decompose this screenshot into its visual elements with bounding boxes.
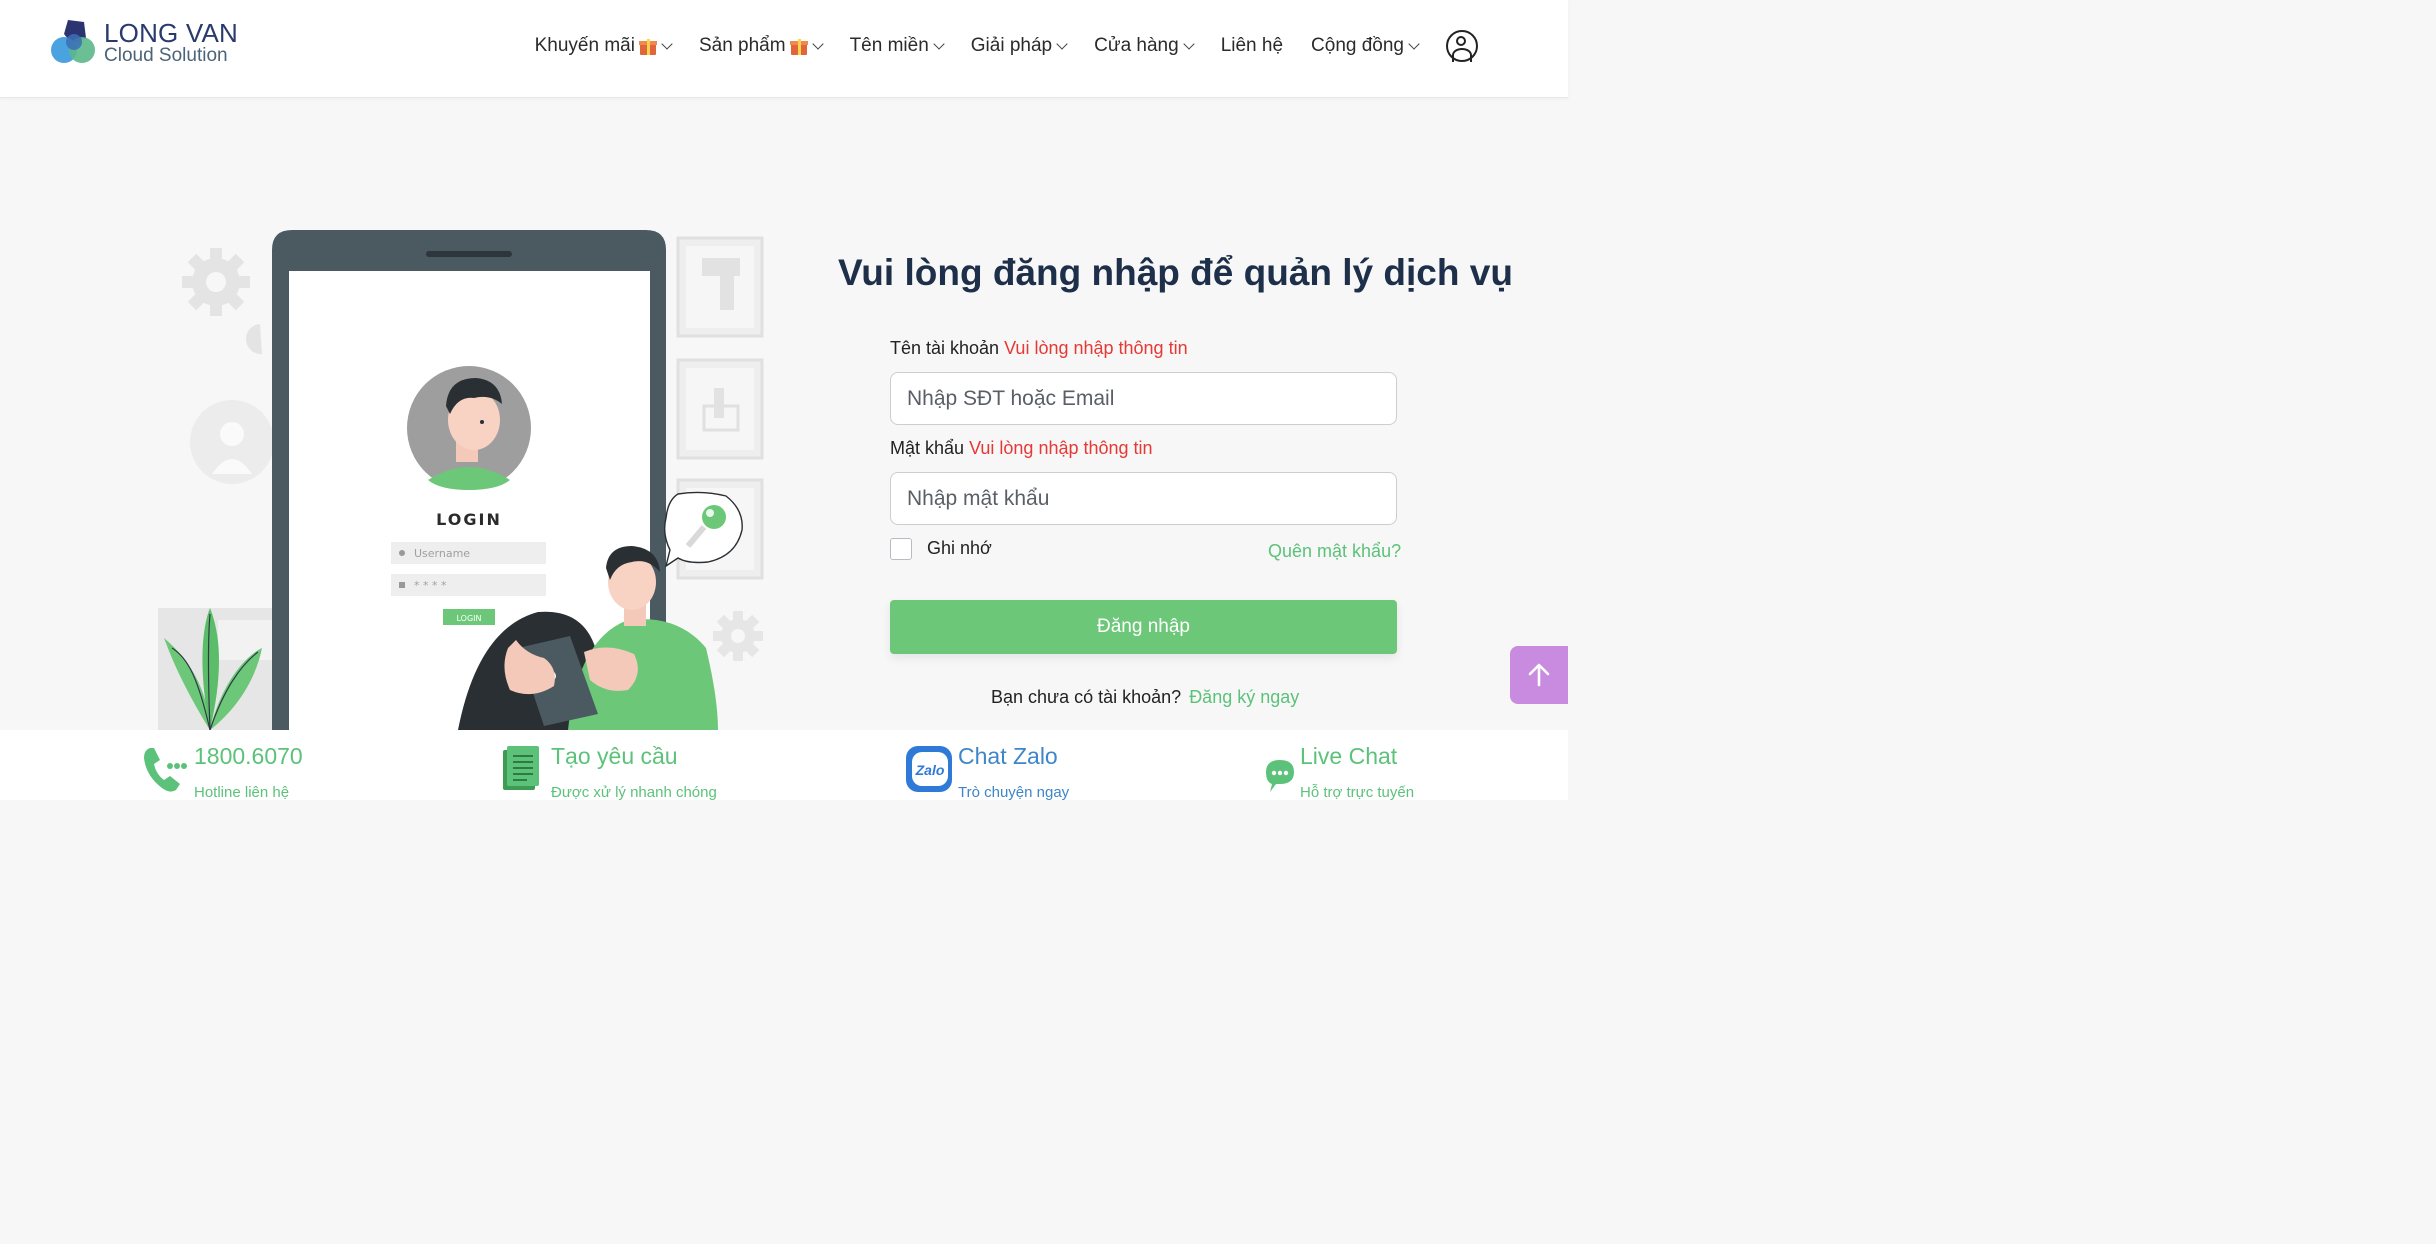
hotline-caption: Hotline liên hệ xyxy=(194,784,290,801)
password-label-text: Mật khẩu xyxy=(890,438,965,458)
username-input[interactable] xyxy=(890,372,1397,425)
chevron-down-icon xyxy=(1183,37,1195,50)
chevron-down-icon xyxy=(1408,37,1420,50)
nav-label: Cộng đồng xyxy=(1311,35,1404,56)
logo[interactable]: LONG VAN Cloud Solution xyxy=(50,18,250,70)
nav-label: Giải pháp xyxy=(970,35,1053,56)
remember-label: Ghi nhớ xyxy=(927,538,992,558)
username-label: Tên tài khoản Vui lòng nhập thông tin xyxy=(890,338,1188,359)
illustration-username-placeholder: Username xyxy=(414,547,470,560)
illustration-password-mask: * * * * xyxy=(414,579,447,592)
signup-prompt-text: Bạn chưa có tài khoản? xyxy=(991,687,1182,707)
nav-item-cong-dong[interactable]: Cộng đồng xyxy=(1311,35,1420,57)
livechat-caption: Hỗ trợ trực tuyến xyxy=(1300,784,1415,801)
nav-item-cua-hang[interactable]: Cửa hàng xyxy=(1094,35,1195,57)
document-icon xyxy=(503,746,539,790)
nav-label: Sản phẩm xyxy=(698,35,786,56)
scroll-to-top-button[interactable] xyxy=(1510,646,1568,704)
nav-item-khuyen-mai[interactable]: Khuyến mãi xyxy=(534,35,673,57)
chevron-down-icon xyxy=(811,37,824,50)
livechat-title: Live Chat xyxy=(1300,743,1398,769)
zalo-icon-text: Zalo xyxy=(915,762,945,778)
remember-checkbox[interactable] xyxy=(890,538,912,560)
main-nav: Khuyến mãi Sản phẩm Tên miền Giải pháp C… xyxy=(507,30,1478,62)
chat-bubble-icon xyxy=(1266,760,1294,792)
user-circle-icon[interactable] xyxy=(1446,30,1478,62)
illustration-login-title: LOGIN xyxy=(436,510,502,529)
nav-item-ten-mien[interactable]: Tên miền xyxy=(849,35,945,57)
password-label: Mật khẩu Vui lòng nhập thông tin xyxy=(890,438,1153,459)
nav-item-san-pham[interactable]: Sản phẩm xyxy=(698,35,824,57)
nav-label: Cửa hàng xyxy=(1094,35,1179,56)
chevron-down-icon xyxy=(1056,37,1068,50)
zalo-title: Chat Zalo xyxy=(958,743,1058,769)
password-input[interactable] xyxy=(890,472,1397,525)
request-caption: Được xử lý nhanh chóng xyxy=(551,784,717,801)
nav-item-giai-phap[interactable]: Giải pháp xyxy=(970,35,1068,57)
hotline-number: 1800.6070 xyxy=(194,743,303,769)
nav-label: Liên hệ xyxy=(1220,35,1284,56)
forgot-password-link[interactable]: Quên mật khẩu? xyxy=(1268,541,1401,562)
request-title: Tạo yêu cầu xyxy=(551,743,678,769)
login-illustration: LOGIN Username * * * * LOGIN xyxy=(158,230,764,730)
chevron-down-icon xyxy=(661,37,673,50)
signup-prompt: Bạn chưa có tài khoản? Đăng ký ngay xyxy=(991,687,1299,708)
password-error: Vui lòng nhập thông tin xyxy=(969,438,1153,458)
gear-icon xyxy=(713,611,763,661)
zalo-caption: Trò chuyện ngay xyxy=(958,784,1070,801)
login-button[interactable]: Đăng nhập xyxy=(890,600,1397,654)
gift-icon xyxy=(638,37,657,55)
logo-text-secondary: Cloud Solution xyxy=(104,45,228,66)
zalo-icon: Zalo xyxy=(906,746,952,792)
chevron-down-icon xyxy=(933,37,945,50)
nav-item-lien-he[interactable]: Liên hệ xyxy=(1221,35,1283,57)
page-title: Vui lòng đăng nhập để quản lý dịch vụ xyxy=(838,252,1513,293)
signup-link[interactable]: Đăng ký ngay xyxy=(1189,687,1299,707)
illustration-login-button: LOGIN xyxy=(456,614,481,623)
logo-mark-icon xyxy=(51,20,95,63)
arrow-up-icon xyxy=(1528,663,1550,687)
contact-bar: 1800.6070 Hotline liên hệ Tạo yêu cầu Đư… xyxy=(0,730,1568,801)
username-label-text: Tên tài khoản xyxy=(890,338,1000,358)
nav-label: Khuyến mãi xyxy=(534,35,635,56)
gear-icon xyxy=(182,248,250,316)
username-error: Vui lòng nhập thông tin xyxy=(1004,338,1188,358)
phone-icon xyxy=(144,748,187,792)
nav-label: Tên miền xyxy=(849,35,929,56)
site-header: LONG VAN Cloud Solution Khuyến mãi Sản p… xyxy=(0,0,1568,98)
gift-icon xyxy=(789,37,808,55)
